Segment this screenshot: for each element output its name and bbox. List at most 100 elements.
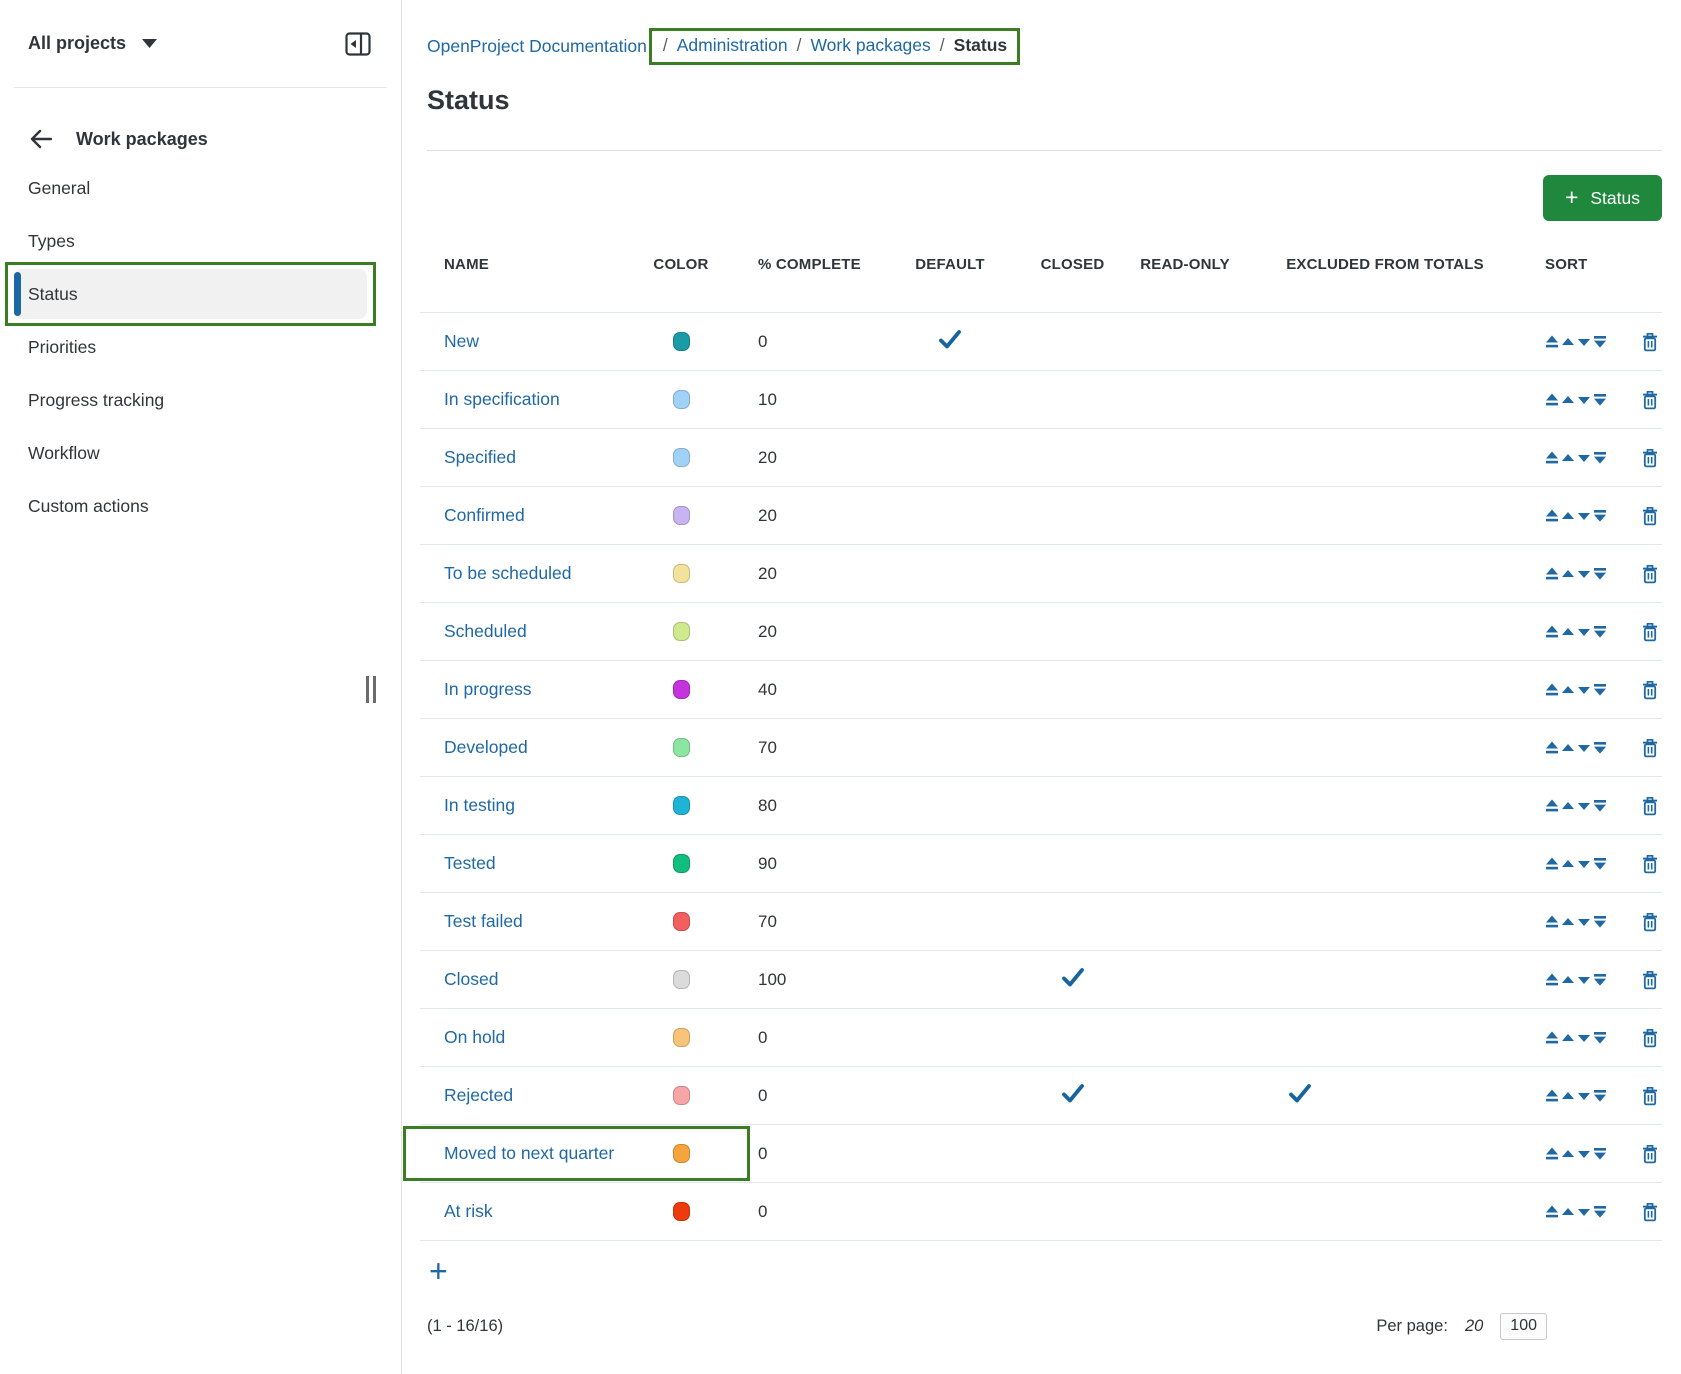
move-to-bottom-button[interactable] [1593, 857, 1607, 871]
move-to-bottom-button[interactable] [1593, 1205, 1607, 1219]
move-to-bottom-button[interactable] [1593, 335, 1607, 349]
move-to-top-button[interactable] [1545, 1031, 1559, 1045]
move-to-top-button[interactable] [1545, 451, 1559, 465]
move-to-bottom-button[interactable] [1593, 915, 1607, 929]
status-name-link[interactable]: Confirmed [444, 505, 525, 526]
move-to-top-button[interactable] [1545, 741, 1559, 755]
move-to-bottom-button[interactable] [1593, 625, 1607, 639]
breadcrumb-link-administration[interactable]: Administration [677, 35, 788, 56]
status-name-link[interactable]: To be scheduled [444, 563, 571, 584]
project-selector[interactable]: All projects [28, 33, 157, 54]
move-to-top-button[interactable] [1545, 335, 1559, 349]
move-up-button[interactable] [1561, 857, 1575, 871]
move-to-top-button[interactable] [1545, 683, 1559, 697]
move-to-bottom-button[interactable] [1593, 973, 1607, 987]
move-up-button[interactable] [1561, 1031, 1575, 1045]
move-down-button[interactable] [1577, 625, 1591, 639]
status-name-link[interactable]: On hold [444, 1027, 505, 1048]
status-name-link[interactable]: Developed [444, 737, 528, 758]
move-to-bottom-button[interactable] [1593, 451, 1607, 465]
delete-status-button[interactable] [1642, 970, 1658, 990]
delete-status-button[interactable] [1642, 738, 1658, 758]
move-to-top-button[interactable] [1545, 393, 1559, 407]
move-to-top-button[interactable] [1545, 509, 1559, 523]
move-down-button[interactable] [1577, 393, 1591, 407]
per-page-option-100[interactable]: 100 [1500, 1313, 1547, 1340]
status-name-link[interactable]: Specified [444, 447, 516, 468]
status-name-link[interactable]: Closed [444, 969, 498, 990]
delete-status-button[interactable] [1642, 854, 1658, 874]
delete-status-button[interactable] [1642, 796, 1658, 816]
status-name-link[interactable]: Tested [444, 853, 496, 874]
move-up-button[interactable] [1561, 451, 1575, 465]
move-up-button[interactable] [1561, 973, 1575, 987]
sidebar-item-status[interactable]: Status [14, 269, 367, 319]
move-down-button[interactable] [1577, 857, 1591, 871]
move-down-button[interactable] [1577, 973, 1591, 987]
sidebar-collapse-button[interactable] [345, 31, 371, 57]
breadcrumb-link-work-packages[interactable]: Work packages [810, 35, 930, 56]
delete-status-button[interactable] [1642, 680, 1658, 700]
move-to-bottom-button[interactable] [1593, 683, 1607, 697]
sidebar-item-types[interactable]: Types [14, 216, 367, 266]
status-name-link[interactable]: At risk [444, 1201, 493, 1222]
move-to-bottom-button[interactable] [1593, 1147, 1607, 1161]
back-arrow-icon[interactable] [30, 129, 52, 149]
move-up-button[interactable] [1561, 915, 1575, 929]
move-to-top-button[interactable] [1545, 1089, 1559, 1103]
status-name-link[interactable]: Scheduled [444, 621, 527, 642]
add-status-button[interactable]: + Status [1543, 175, 1662, 221]
delete-status-button[interactable] [1642, 1144, 1658, 1164]
delete-status-button[interactable] [1642, 332, 1658, 352]
sidebar-resize-handle[interactable] [366, 676, 380, 703]
delete-status-button[interactable] [1642, 448, 1658, 468]
move-to-bottom-button[interactable] [1593, 1031, 1607, 1045]
move-up-button[interactable] [1561, 393, 1575, 407]
move-up-button[interactable] [1561, 683, 1575, 697]
move-down-button[interactable] [1577, 1089, 1591, 1103]
move-up-button[interactable] [1561, 1089, 1575, 1103]
move-to-top-button[interactable] [1545, 1205, 1559, 1219]
delete-status-button[interactable] [1642, 1086, 1658, 1106]
move-to-bottom-button[interactable] [1593, 393, 1607, 407]
move-up-button[interactable] [1561, 509, 1575, 523]
sidebar-item-workflow[interactable]: Workflow [14, 428, 367, 478]
move-down-button[interactable] [1577, 915, 1591, 929]
move-down-button[interactable] [1577, 741, 1591, 755]
delete-status-button[interactable] [1642, 912, 1658, 932]
move-down-button[interactable] [1577, 509, 1591, 523]
move-up-button[interactable] [1561, 567, 1575, 581]
move-to-bottom-button[interactable] [1593, 741, 1607, 755]
delete-status-button[interactable] [1642, 622, 1658, 642]
move-down-button[interactable] [1577, 1031, 1591, 1045]
move-to-bottom-button[interactable] [1593, 799, 1607, 813]
move-down-button[interactable] [1577, 1147, 1591, 1161]
sidebar-item-progress-tracking[interactable]: Progress tracking [14, 375, 367, 425]
move-to-bottom-button[interactable] [1593, 509, 1607, 523]
status-name-link[interactable]: Moved to next quarter [444, 1143, 614, 1164]
delete-status-button[interactable] [1642, 1202, 1658, 1222]
move-down-button[interactable] [1577, 799, 1591, 813]
status-name-link[interactable]: In progress [444, 679, 532, 700]
move-up-button[interactable] [1561, 335, 1575, 349]
status-name-link[interactable]: In testing [444, 795, 515, 816]
move-to-top-button[interactable] [1545, 1147, 1559, 1161]
move-up-button[interactable] [1561, 1205, 1575, 1219]
move-to-top-button[interactable] [1545, 973, 1559, 987]
sidebar-item-general[interactable]: General [14, 163, 367, 213]
move-down-button[interactable] [1577, 451, 1591, 465]
status-name-link[interactable]: Test failed [444, 911, 523, 932]
move-up-button[interactable] [1561, 799, 1575, 813]
move-to-top-button[interactable] [1545, 625, 1559, 639]
move-down-button[interactable] [1577, 1205, 1591, 1219]
move-down-button[interactable] [1577, 567, 1591, 581]
status-name-link[interactable]: Rejected [444, 1085, 513, 1106]
move-down-button[interactable] [1577, 335, 1591, 349]
move-to-top-button[interactable] [1545, 567, 1559, 581]
sidebar-item-custom-actions[interactable]: Custom actions [14, 481, 367, 531]
move-to-top-button[interactable] [1545, 915, 1559, 929]
status-name-link[interactable]: New [444, 331, 479, 352]
delete-status-button[interactable] [1642, 390, 1658, 410]
status-name-link[interactable]: In specification [444, 389, 560, 410]
move-up-button[interactable] [1561, 741, 1575, 755]
